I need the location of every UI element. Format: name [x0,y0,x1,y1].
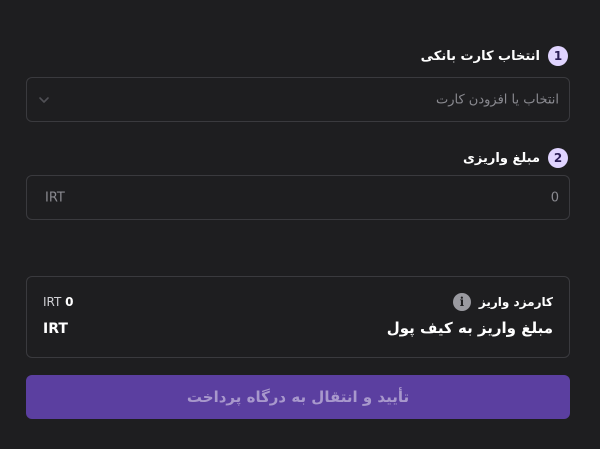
fee-label-group: کارمزد واریز i [452,293,553,311]
amount-currency: IRT [45,190,65,205]
total-label: مبلغ واریز به کیف پول [386,319,553,337]
fee-currency: IRT [43,295,62,309]
card-select-placeholder: انتخاب یا افزودن کارت [436,92,559,107]
total-row: مبلغ واریز به کیف پول IRT [43,319,553,343]
step-1-badge: 1 [548,46,568,66]
fee-amount: 0 [65,295,74,309]
step-2-label: مبلغ واریزی [463,150,540,166]
deposit-panel: 1 انتخاب کارت بانکی انتخاب یا افزودن کار… [0,0,600,449]
info-icon[interactable]: i [452,293,471,311]
fee-summary: کارمزد واریز i IRT 0 مبلغ واریز به کیف پ… [26,276,570,358]
step-1-label: انتخاب کارت بانکی [420,48,540,64]
fee-value: IRT 0 [43,295,74,309]
fee-row: کارمزد واریز i IRT 0 [43,293,553,313]
confirm-payment-button[interactable]: تأیید و انتقال به درگاه پرداخت [26,375,570,419]
card-select[interactable]: انتخاب یا افزودن کارت [26,77,570,122]
fee-label: کارمزد واریز [478,295,553,309]
total-currency: IRT [43,321,68,337]
step-1-heading: 1 انتخاب کارت بانکی [421,46,568,66]
amount-input[interactable]: 0 IRT [26,175,570,220]
step-2-heading: 2 مبلغ واریزی [463,148,568,168]
step-2-badge: 2 [548,148,568,168]
chevron-down-icon [39,96,49,103]
amount-value: 0 [550,190,559,205]
